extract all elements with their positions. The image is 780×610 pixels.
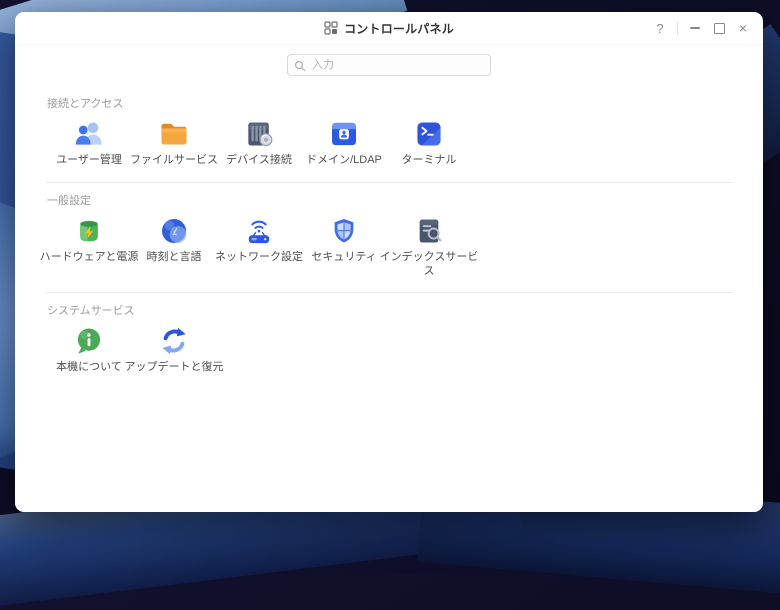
item-label: セキュリティ [311,251,376,265]
item-label: デバイス接続 [226,154,292,168]
section-divider [45,182,733,183]
item-user-management[interactable]: ユーザー管理 [47,118,131,168]
users-icon [73,118,105,150]
device-nas-icon [243,118,275,150]
folder-icon [158,118,190,150]
terminal-icon [413,118,445,150]
search-row [15,54,763,76]
globe-clock-icon [158,215,190,247]
item-about-device[interactable]: 本機について [47,325,131,375]
shield-icon [328,215,360,247]
item-domain-ldap[interactable]: ドメイン/LDAP [302,118,386,168]
item-network-settings[interactable]: ネットワーク設定 [217,215,301,279]
title-group: コントロールパネル [324,20,454,37]
item-label: ファイルサービス [130,154,218,168]
window-title: コントロールパネル [344,20,454,37]
controls-divider [677,22,678,35]
content: 接続とアクセス ユーザー管理 [15,76,763,512]
item-time-language[interactable]: 時刻と言語 [132,215,216,279]
item-row-system: 本機について アップデートと復元 [45,325,733,375]
item-label: 本機について [56,361,122,375]
item-hardware-power[interactable]: ハードウェアと電源 [47,215,131,279]
maximize-button[interactable] [709,18,729,38]
item-row-general: ハードウェアと電源 時刻と言語 [45,215,733,279]
item-label: インデックスサービス [379,251,479,279]
index-search-icon [413,215,445,247]
close-button[interactable]: × [733,18,753,38]
section-divider [45,292,733,293]
item-label: ターミナル [402,154,457,168]
sync-arrows-icon [158,325,190,357]
search-input[interactable] [287,54,491,76]
item-update-restore[interactable]: アップデートと復元 [132,325,216,375]
help-button[interactable]: ? [650,18,670,38]
item-device-connection[interactable]: デバイス接続 [217,118,301,168]
item-label: アップデートと復元 [125,361,224,375]
maximize-icon [714,23,725,34]
item-row-connection: ユーザー管理 ファイルサービス [45,118,733,168]
item-index-service[interactable]: インデックスサービス [387,215,471,279]
info-bubble-icon [73,325,105,357]
item-label: ユーザー管理 [56,154,122,168]
item-label: ハードウェアと電源 [40,251,139,265]
window-controls: ? × [650,12,753,44]
item-security[interactable]: セキュリティ [302,215,386,279]
minimize-icon [690,27,700,29]
control-panel-window: コントロールパネル ? × 接続とアクセス [15,12,763,512]
section-header-connection: 接続とアクセス [47,95,733,111]
item-file-service[interactable]: ファイルサービス [132,118,216,168]
item-label: 時刻と言語 [147,251,202,265]
titlebar[interactable]: コントロールパネル ? × [15,12,763,45]
item-terminal[interactable]: ターミナル [387,118,471,168]
search-box [287,54,491,76]
control-panel-grid-icon [324,21,338,35]
section-header-system: システムサービス [47,302,733,318]
item-label: ネットワーク設定 [215,251,303,265]
section-header-general: 一般設定 [47,192,733,208]
battery-power-icon [73,215,105,247]
minimize-button[interactable] [685,18,705,38]
item-label: ドメイン/LDAP [306,154,382,168]
router-wifi-icon [243,215,275,247]
domain-ldap-icon [328,118,360,150]
